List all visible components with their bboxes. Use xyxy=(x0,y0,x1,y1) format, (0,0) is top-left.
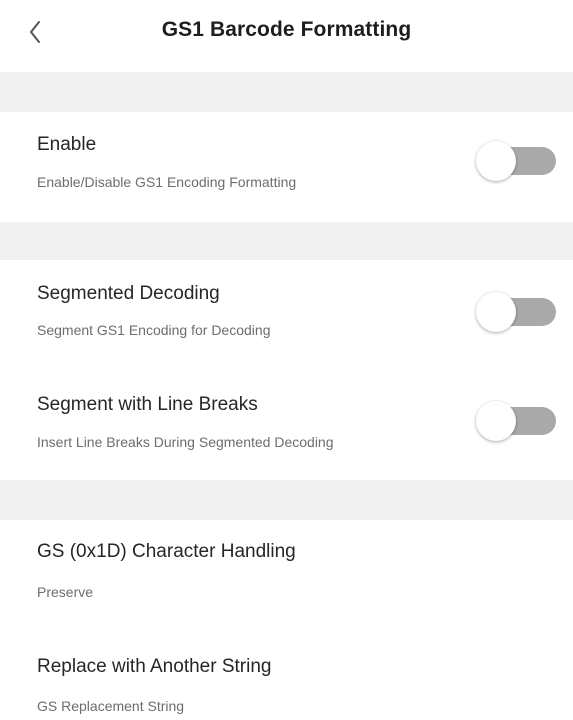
enable-toggle[interactable] xyxy=(476,141,558,181)
setting-replace-string-title: Replace with Another String xyxy=(37,656,272,677)
setting-segmented-decoding[interactable]: Segmented Decoding Segment GS1 Encoding … xyxy=(0,260,573,370)
setting-line-breaks-title: Segment with Line Breaks xyxy=(37,394,258,415)
setting-replace-string-subtitle: GS Replacement String xyxy=(37,698,185,714)
setting-enable-title: Enable xyxy=(37,134,97,155)
app-header: GS1 Barcode Formatting xyxy=(0,0,573,72)
section-divider xyxy=(0,222,573,260)
segmented-decoding-toggle[interactable] xyxy=(476,292,558,332)
toggle-knob xyxy=(476,292,516,332)
setting-enable[interactable]: Enable Enable/Disable GS1 Encoding Forma… xyxy=(0,112,573,222)
setting-segmented-decoding-subtitle: Segment GS1 Encoding for Decoding xyxy=(37,322,271,338)
setting-enable-subtitle: Enable/Disable GS1 Encoding Formatting xyxy=(37,174,297,190)
setting-segmented-decoding-title: Segmented Decoding xyxy=(37,283,220,304)
line-breaks-toggle[interactable] xyxy=(476,401,558,441)
section-divider xyxy=(0,480,573,520)
setting-gs-handling-title: GS (0x1D) Character Handling xyxy=(37,541,296,562)
setting-line-breaks[interactable]: Segment with Line Breaks Insert Line Bre… xyxy=(0,370,573,480)
page-title: GS1 Barcode Formatting xyxy=(161,18,412,41)
setting-gs-handling-value: Preserve xyxy=(37,584,94,600)
setting-gs-handling[interactable]: GS (0x1D) Character Handling Preserve xyxy=(0,520,573,620)
toggle-knob xyxy=(476,141,516,181)
section-divider xyxy=(0,72,573,112)
setting-line-breaks-subtitle: Insert Line Breaks During Segmented Deco… xyxy=(37,434,334,450)
setting-replace-string[interactable]: Replace with Another String GS Replaceme… xyxy=(0,620,573,720)
toggle-knob xyxy=(476,401,516,441)
